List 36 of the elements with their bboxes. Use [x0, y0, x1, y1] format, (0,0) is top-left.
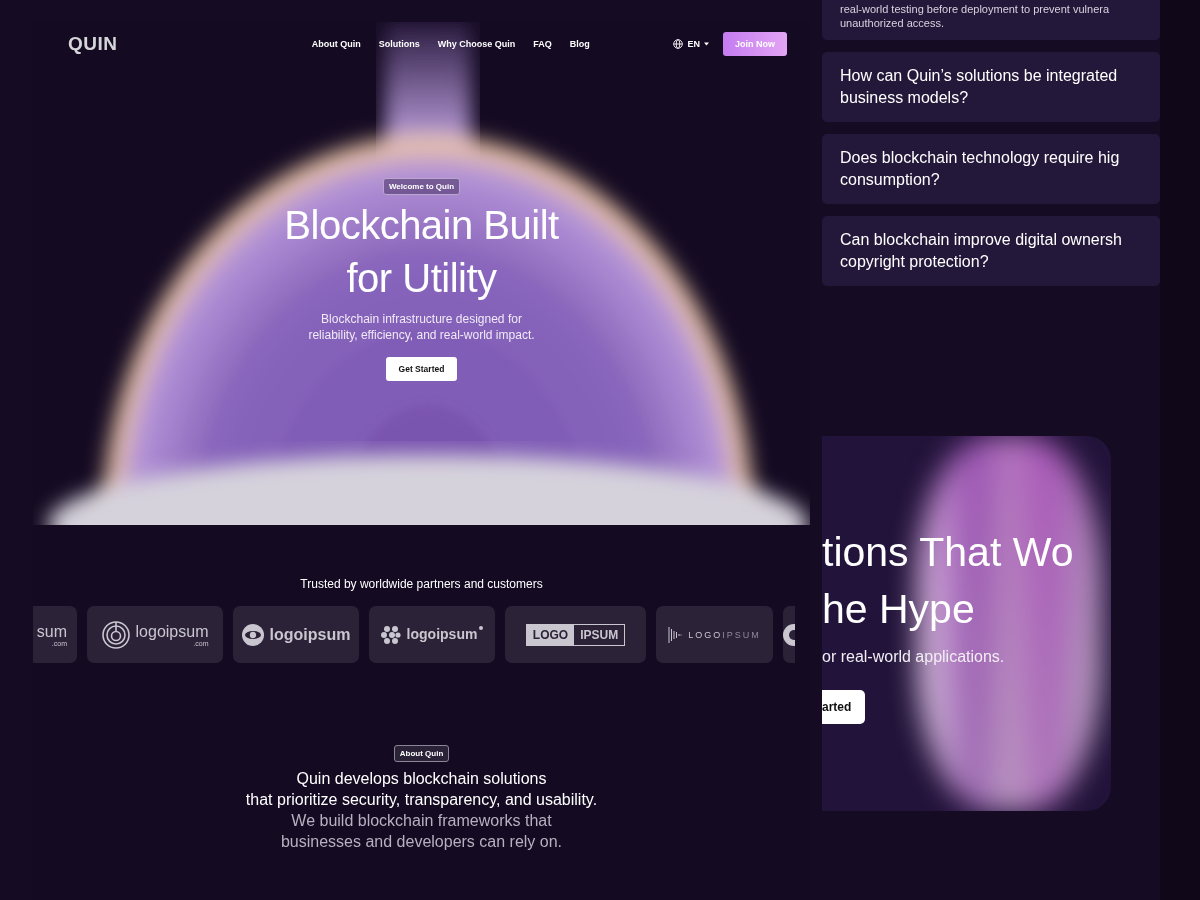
boxed-logo: LOGO IPSUM [525, 623, 626, 646]
globe-icon [673, 39, 684, 49]
about-text-line: that prioritize security, transparency, and usability. [245, 790, 598, 810]
get-started-button[interactable]: arted [822, 689, 866, 724]
hero-subtitle: Blockchain infrastructure designed for reliability, efficiency, and real-world impact. [308, 311, 535, 343]
faq-question[interactable]: How can Quin’s solutions be integrated business models? [822, 52, 1160, 122]
logo-wordmark: logoipsum [406, 626, 478, 643]
nav-link[interactable]: FAQ [533, 39, 552, 49]
nav-link[interactable]: Blog [569, 39, 590, 49]
caret-icon [704, 42, 709, 46]
about-text-line: We build blockchain frameworks that [291, 811, 552, 831]
language-selector[interactable]: EN [673, 39, 709, 49]
sound-bars-logo-icon [668, 624, 683, 645]
nav-link[interactable]: About Quin [311, 39, 361, 49]
dots-logo-icon [380, 625, 401, 644]
partners-heading: Trusted by worldwide partners and customers [300, 577, 543, 591]
about-text-line: businesses and developers can rely on. [280, 832, 562, 852]
brand-logo[interactable]: QUIN [68, 33, 258, 55]
registered-mark-icon [479, 626, 484, 630]
logo-wordmark: logoipsum [269, 626, 351, 643]
faq-question[interactable]: Does blockchain technology require hig consumption? [822, 134, 1160, 204]
hero-title: Blockchain Built for Utility [284, 202, 559, 302]
logo-wordmark: LOGO IPSUM [688, 629, 761, 640]
promo-subtitle: or real-world applications. [822, 647, 1006, 666]
logo-wordmark: sum [36, 622, 67, 640]
faq-question[interactable]: Can blockchain improve digital ownersh copyright protection? [822, 216, 1160, 286]
ring-logo-icon [241, 623, 264, 646]
nav-link[interactable]: Solutions [378, 39, 420, 49]
faq-answer: real-world testing before deployment to prevent vulnera unauthorized access. [840, 2, 1111, 30]
get-started-button[interactable]: Get Started [385, 357, 458, 381]
nav-link[interactable]: Why Choose Quin [437, 39, 516, 49]
spiral-logo-icon [101, 620, 130, 649]
about-badge: About Quin [393, 745, 450, 762]
logo-wordmark: logoipsum [135, 622, 209, 640]
welcome-badge: Welcome to Quin [382, 178, 461, 195]
about-text-line: Quin develops blockchain solutions [296, 769, 547, 789]
